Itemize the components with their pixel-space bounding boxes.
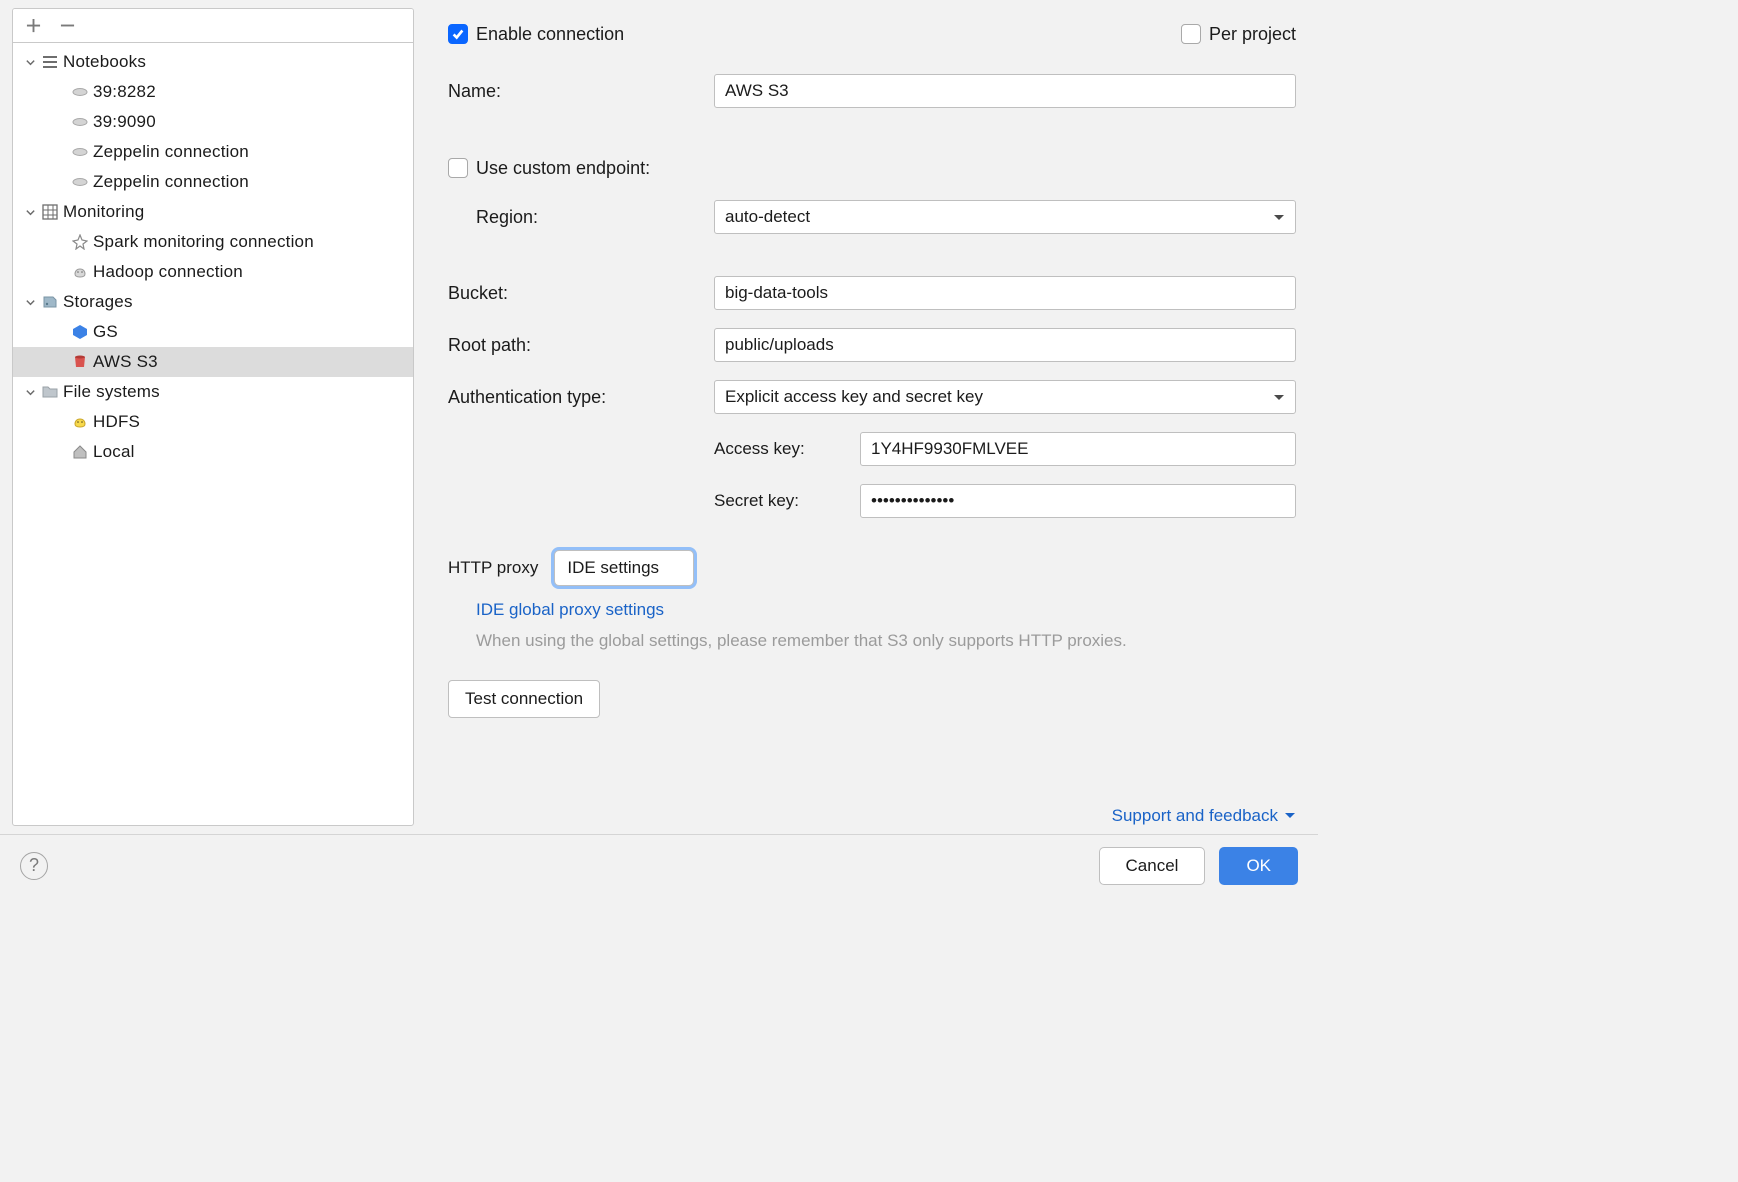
- bucket-input[interactable]: big-data-tools: [714, 276, 1296, 310]
- connection-form: Enable connection Per project Name: AWS …: [434, 8, 1306, 826]
- tree-item[interactable]: 39:9090: [13, 107, 413, 137]
- help-button[interactable]: ?: [20, 852, 48, 880]
- chevron-down-icon: [21, 297, 39, 308]
- proxy-hint: When using the global settings, please r…: [476, 628, 1196, 654]
- custom-endpoint-label: Use custom endpoint:: [476, 158, 650, 179]
- tree-item-label: Zeppelin connection: [93, 172, 249, 192]
- remove-button[interactable]: [57, 16, 77, 36]
- checkbox-icon: [1181, 24, 1201, 44]
- chevron-down-icon: [1273, 207, 1285, 227]
- zeppelin-icon: [69, 144, 91, 160]
- bucket-label: Bucket:: [448, 283, 714, 304]
- tree-item-label: Spark monitoring connection: [93, 232, 314, 252]
- add-button[interactable]: [23, 16, 43, 36]
- tree-item[interactable]: AWS S3: [13, 347, 413, 377]
- auth-type-select[interactable]: Explicit access key and secret key: [714, 380, 1296, 414]
- zeppelin-icon: [69, 114, 91, 130]
- secret-key-input[interactable]: ••••••••••••••: [860, 484, 1296, 518]
- enable-connection-label: Enable connection: [476, 24, 624, 45]
- tree-item[interactable]: HDFS: [13, 407, 413, 437]
- folder-icon: [39, 384, 61, 400]
- tree-group[interactable]: Storages: [13, 287, 413, 317]
- name-input[interactable]: AWS S3: [714, 74, 1296, 108]
- checkbox-icon: [448, 24, 468, 44]
- tree-item-label: Hadoop connection: [93, 262, 243, 282]
- tree-item-label: HDFS: [93, 412, 140, 432]
- s3-icon: [69, 354, 91, 370]
- chevron-down-icon: [21, 57, 39, 68]
- chevron-down-icon: [21, 387, 39, 398]
- auth-type-label: Authentication type:: [448, 387, 714, 408]
- zeppelin-icon: [69, 174, 91, 190]
- tree-item-label: GS: [93, 322, 118, 342]
- tree-item[interactable]: Hadoop connection: [13, 257, 413, 287]
- tree-item[interactable]: Spark monitoring connection: [13, 227, 413, 257]
- chevron-down-icon: [1273, 387, 1285, 407]
- per-project-label: Per project: [1209, 24, 1296, 45]
- tree-group[interactable]: Monitoring: [13, 197, 413, 227]
- dialog-footer: ? Cancel OK: [0, 834, 1318, 896]
- region-select[interactable]: auto-detect: [714, 200, 1296, 234]
- http-proxy-label: HTTP proxy: [448, 558, 538, 578]
- plus-icon: [26, 18, 41, 33]
- tree-group-label: Notebooks: [63, 52, 146, 72]
- access-key-label: Access key:: [714, 439, 860, 459]
- region-label: Region:: [448, 207, 714, 228]
- sidebar-toolbar: [13, 9, 413, 43]
- ok-button[interactable]: OK: [1219, 847, 1298, 885]
- cancel-button[interactable]: Cancel: [1099, 847, 1206, 885]
- tree-item[interactable]: Zeppelin connection: [13, 137, 413, 167]
- tree-item[interactable]: Local: [13, 437, 413, 467]
- tree-group-label: File systems: [63, 382, 160, 402]
- access-key-input[interactable]: 1Y4HF9930FMLVEE: [860, 432, 1296, 466]
- secret-key-label: Secret key:: [714, 491, 860, 511]
- tree-group[interactable]: File systems: [13, 377, 413, 407]
- connections-tree: Notebooks 39:8282 39:9090 Zeppelin connecti…: [13, 43, 413, 825]
- storage-icon: [39, 294, 61, 310]
- minus-icon: [60, 18, 75, 33]
- chevron-down-icon: [1284, 812, 1296, 820]
- chevron-down-icon: [21, 207, 39, 218]
- tree-item-label: 39:9090: [93, 112, 156, 132]
- tree-group[interactable]: Notebooks: [13, 47, 413, 77]
- hadoop-mono-icon: [69, 264, 91, 280]
- per-project-checkbox[interactable]: Per project: [1181, 24, 1296, 45]
- tree-item-label: Local: [93, 442, 135, 462]
- name-label: Name:: [448, 81, 714, 102]
- http-proxy-select[interactable]: IDE settings: [554, 550, 694, 586]
- tree-group-label: Storages: [63, 292, 133, 312]
- tree-item-label: 39:8282: [93, 82, 156, 102]
- checkbox-icon: [448, 158, 468, 178]
- tree-item[interactable]: 39:8282: [13, 77, 413, 107]
- home-icon: [69, 444, 91, 460]
- support-feedback-link[interactable]: Support and feedback: [448, 806, 1296, 826]
- spark-icon: [69, 234, 91, 250]
- gs-icon: [69, 324, 91, 340]
- custom-endpoint-checkbox[interactable]: Use custom endpoint:: [448, 158, 650, 179]
- tree-item[interactable]: Zeppelin connection: [13, 167, 413, 197]
- tree-group-label: Monitoring: [63, 202, 144, 222]
- grid-icon: [39, 204, 61, 220]
- test-connection-button[interactable]: Test connection: [448, 680, 600, 718]
- list-icon: [39, 54, 61, 70]
- tree-item[interactable]: GS: [13, 317, 413, 347]
- tree-item-label: AWS S3: [93, 352, 158, 372]
- zeppelin-icon: [69, 84, 91, 100]
- root-path-input[interactable]: public/uploads: [714, 328, 1296, 362]
- connections-sidebar: Notebooks 39:8282 39:9090 Zeppelin connecti…: [12, 8, 414, 826]
- hadoop-icon: [69, 414, 91, 430]
- tree-item-label: Zeppelin connection: [93, 142, 249, 162]
- root-path-label: Root path:: [448, 335, 714, 356]
- enable-connection-checkbox[interactable]: Enable connection: [448, 24, 624, 45]
- proxy-settings-link[interactable]: IDE global proxy settings: [476, 600, 664, 619]
